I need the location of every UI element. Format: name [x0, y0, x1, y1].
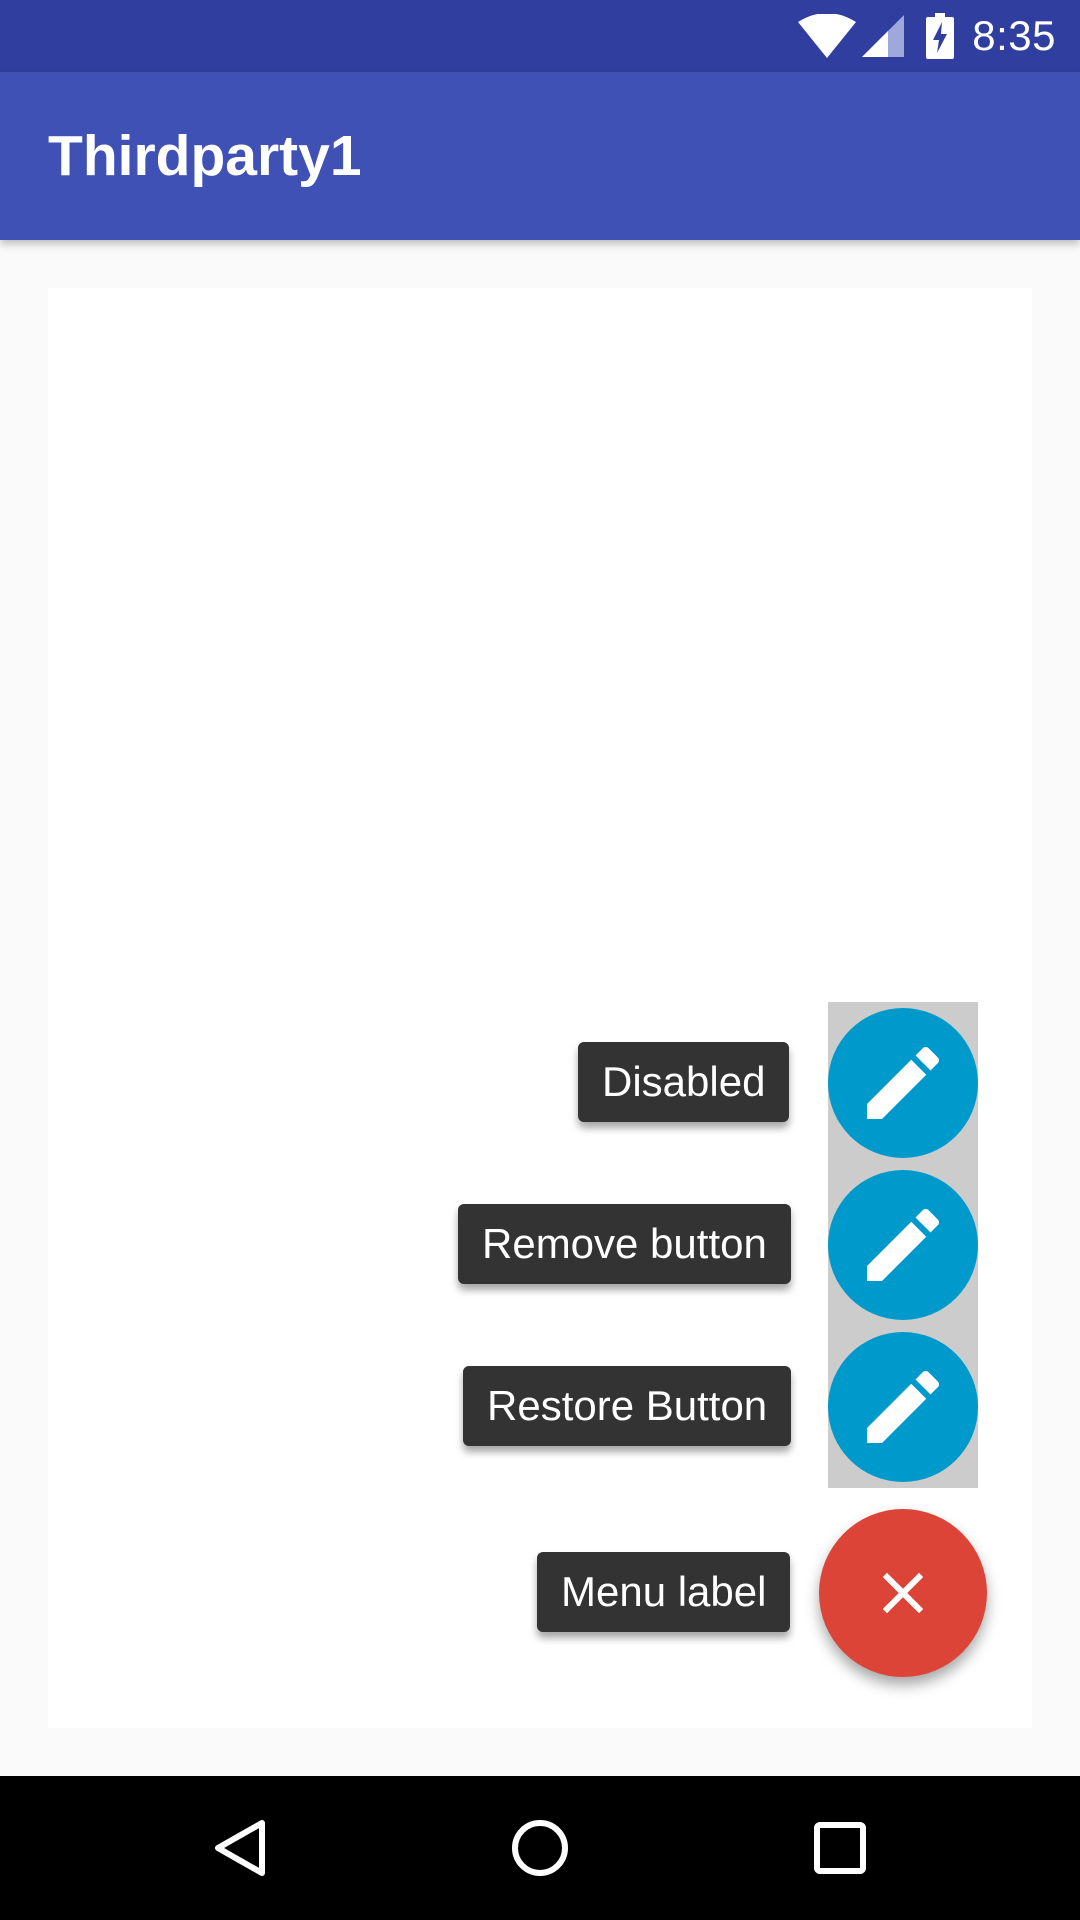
nav-recents-button[interactable]: [760, 1776, 920, 1920]
home-icon: [512, 1820, 568, 1876]
pencil-icon: [867, 1208, 940, 1281]
fab-label-remove-button[interactable]: Remove button: [458, 1204, 791, 1284]
mini-fab-restore-button[interactable]: [828, 1326, 978, 1488]
nav-back-button[interactable]: [160, 1776, 320, 1920]
mini-fab-disc: [828, 1008, 978, 1158]
fab-label-disabled[interactable]: Disabled: [578, 1042, 790, 1122]
status-icons: 8:35: [798, 0, 1056, 72]
status-time: 8:35: [972, 12, 1056, 59]
fab-label-restore-button[interactable]: Restore Button: [463, 1366, 792, 1446]
recents-icon: [814, 1822, 866, 1874]
wifi-icon: [798, 14, 857, 58]
screen: 8:35 Thirdparty1 Disabled Remove button …: [0, 0, 1080, 1920]
main-fab-close-button[interactable]: [819, 1509, 987, 1677]
mini-fab-disc: [828, 1332, 978, 1482]
mini-fab-disc: [828, 1170, 978, 1320]
close-icon: [883, 1573, 923, 1613]
pencil-icon: [867, 1370, 940, 1443]
app-title: Thirdparty1: [48, 124, 362, 188]
pencil-icon: [867, 1046, 940, 1119]
nav-home-button[interactable]: [460, 1776, 620, 1920]
fab-menu-label[interactable]: Menu label: [537, 1552, 791, 1632]
battery-charging-icon: [926, 13, 955, 59]
mini-fab-remove-button[interactable]: [828, 1164, 978, 1326]
mini-fab-disabled[interactable]: [828, 1002, 978, 1164]
app-bar: Thirdparty1: [0, 72, 1080, 240]
back-icon: [215, 1820, 265, 1876]
status-bar: 8:35: [0, 0, 1080, 72]
navigation-bar: [0, 1776, 1080, 1920]
signal-icon: [862, 15, 905, 57]
